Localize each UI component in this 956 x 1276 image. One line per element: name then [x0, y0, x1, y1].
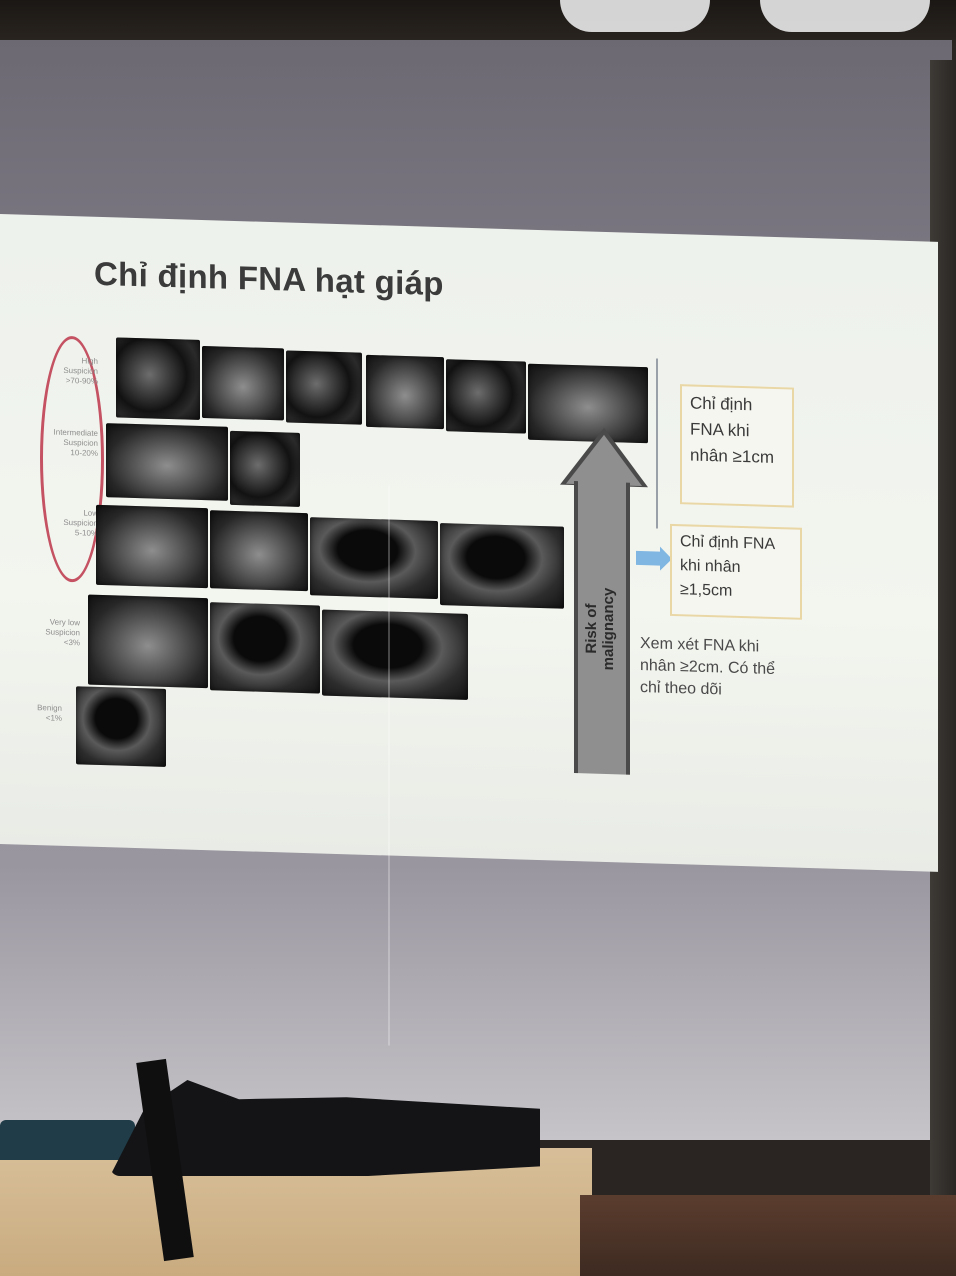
- ultrasound-image: [210, 602, 320, 694]
- ultrasound-image: [76, 686, 166, 767]
- ultrasound-image: [202, 345, 284, 421]
- category-benign: Benign <1%: [37, 703, 62, 723]
- arrow-right-icon: [636, 550, 660, 566]
- risk-of-malignancy-label: Risk of malignancy: [583, 587, 617, 671]
- screen-crease: [388, 485, 390, 1046]
- ultrasound-image: [88, 594, 208, 689]
- slide-title: Chỉ định FNA hạt giáp: [94, 254, 444, 303]
- ceiling-fan-left: [560, 0, 710, 32]
- category-low-suspicion: Low Suspicion 5-10%: [63, 508, 98, 538]
- ultrasound-image: [446, 359, 526, 434]
- fna-box-1cm: Chỉ định FNA khi nhân ≥1cm: [680, 384, 794, 508]
- ultrasound-image: [286, 350, 362, 425]
- projected-slide: Chỉ định FNA hạt giáp High Suspicion >70-…: [0, 214, 938, 1046]
- fna-note-2cm: Xem xét FNA khi nhân ≥2cm. Có thể chỉ th…: [640, 634, 776, 699]
- ultrasound-image: [96, 504, 208, 589]
- category-high-suspicion: High Suspicion >70-90%: [63, 356, 98, 386]
- ultrasound-image: [210, 510, 308, 592]
- ultrasound-image: [116, 337, 200, 420]
- bracket-line: [656, 358, 658, 529]
- arrow-head-fill: [566, 433, 642, 487]
- ultrasound-image: [230, 430, 300, 507]
- ultrasound-image: [310, 517, 438, 599]
- category-intermediate-suspicion: Intermediate Suspicion 10-20%: [53, 427, 98, 458]
- ceiling-fan-right: [760, 0, 930, 32]
- category-very-low-suspicion: Very low Suspicion <3%: [45, 617, 80, 648]
- ultrasound-image: [106, 423, 228, 501]
- ultrasound-image: [366, 354, 444, 430]
- fna-box-1-5cm: Chỉ định FNA khi nhân ≥1,5cm: [670, 523, 802, 620]
- laptop-bag: [0, 1120, 135, 1160]
- stage-wood: [580, 1195, 956, 1276]
- ultrasound-image: [440, 523, 564, 609]
- ultrasound-image: [322, 609, 468, 700]
